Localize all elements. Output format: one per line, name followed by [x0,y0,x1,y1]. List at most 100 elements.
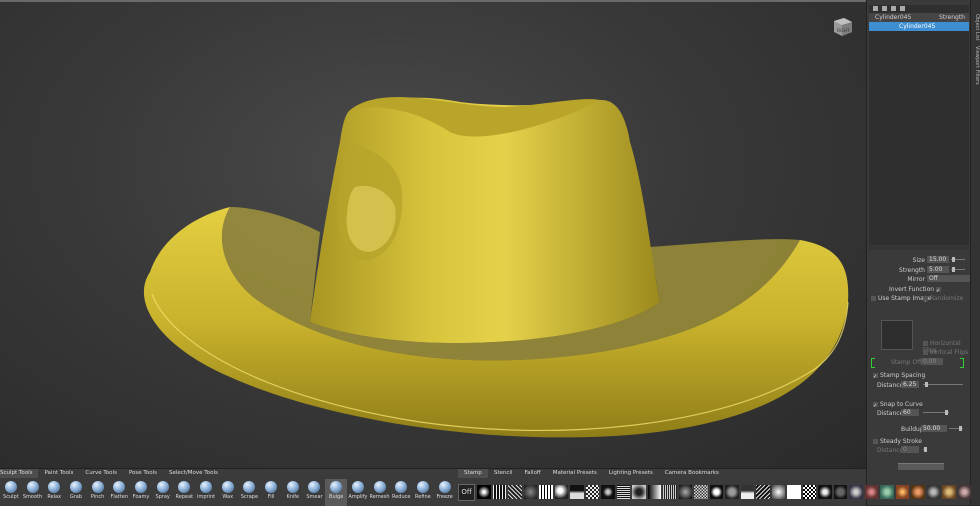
stamp-thumbnail[interactable] [725,485,739,499]
stamp-thumbnail[interactable] [539,485,553,499]
stamp-off-button[interactable]: Off [458,483,475,501]
tab-paint-tools[interactable]: Paint Tools [38,469,79,478]
tab-falloff[interactable]: Falloff [518,469,546,478]
tab-stencil[interactable]: Stencil [488,469,519,478]
tool-fill[interactable]: Fill [260,479,282,506]
tool-smooth[interactable]: Smooth [22,479,44,506]
stamp-thumbnail[interactable] [740,485,754,499]
tab-material-presets[interactable]: Material Presets [547,469,603,478]
scene-selected-item[interactable]: Cylinder045 [869,22,969,31]
invert-checkbox[interactable] [935,286,941,292]
tool-repeat[interactable]: Repeat [174,479,196,506]
invert-checkbox-label[interactable]: Invert Function [889,286,943,293]
stamp-thumbnail[interactable] [554,485,568,499]
layers-icon[interactable] [900,6,905,11]
tab-select-move-tools[interactable]: Select/Move Tools [163,469,224,478]
tool-foamy[interactable]: Foamy [130,479,152,506]
side-tab-object-list[interactable]: Object List [972,14,980,41]
display-icon[interactable] [891,6,896,11]
buildup-field[interactable]: 50.00 [921,425,947,432]
tool-freeze[interactable]: Freeze [434,479,456,506]
folder-icon[interactable] [882,6,887,11]
stamp-thumbnail[interactable] [694,485,708,499]
scene-header-row[interactable]: Cylinder045 Strength [869,13,969,22]
navigation-cube[interactable]: RGHT [830,16,854,38]
tool-grab[interactable]: Grab [65,479,87,506]
stamp-thumbnail[interactable] [926,485,940,499]
stamp-thumbnail[interactable] [523,485,537,499]
stamp-thumbnail[interactable] [771,485,785,499]
tool-wax[interactable]: Wax [217,479,239,506]
tool-pinch[interactable]: Pinch [87,479,109,506]
panel-divider[interactable] [869,246,969,250]
tool-imprint[interactable]: Imprint [195,479,217,506]
stamp-spacing-checkbox[interactable] [873,373,878,378]
distance3-field[interactable]: 0 [901,446,919,453]
stamp-thumbnail[interactable] [911,485,925,499]
randomize-checkbox[interactable] [923,296,928,301]
snap-checkbox[interactable] [873,402,878,407]
stamp-thumbnail[interactable] [570,485,584,499]
tool-amplify[interactable]: Amplify [347,479,369,506]
stamp-thumbnail[interactable] [880,485,894,499]
tab-stamp[interactable]: Stamp [458,469,488,478]
size-field[interactable]: 15.00 [927,256,949,263]
buildup-slider[interactable] [949,426,963,431]
reset-button[interactable] [898,463,944,470]
stamp-thumbnail[interactable] [864,485,878,499]
stamp-thumbnail[interactable] [663,485,677,499]
tab-camera-bookmarks[interactable]: Camera Bookmarks [659,469,725,478]
strength-field[interactable]: 5.00 [927,265,949,273]
stamp-thumbnail[interactable] [601,485,615,499]
vflip-checkbox[interactable] [923,350,928,355]
stamp-preview[interactable] [881,320,913,350]
stamp-thumbnail[interactable] [508,485,522,499]
stamp-thumbnail[interactable] [647,485,661,499]
tool-spray[interactable]: Spray [152,479,174,506]
tool-sculpt[interactable]: Sculpt [0,479,22,506]
stamp-thumbnail[interactable] [477,485,491,499]
distance3-slider[interactable] [923,447,927,452]
steady-checkbox[interactable] [873,439,878,444]
distance2-field[interactable]: 60 [901,409,919,416]
stamp-thumbnail[interactable] [802,485,816,499]
side-tab-viewport-filters[interactable]: Viewport Filters [972,46,980,85]
tool-reduce[interactable]: Reduce [390,479,412,506]
tool-flatten[interactable]: Flatten [108,479,130,506]
stamp-thumbnail[interactable] [849,485,863,499]
stamp-thumbnail[interactable] [957,485,971,499]
size-slider[interactable] [951,257,965,262]
tab-pose-tools[interactable]: Pose Tools [123,469,163,478]
strength-slider[interactable] [951,266,965,272]
stamp-thumbnail[interactable] [756,485,770,499]
stamp-thumbnail[interactable] [585,485,599,499]
use-stamp-checkbox[interactable] [871,296,876,301]
mirror-dropdown[interactable]: Off [927,275,973,282]
stamp-offset-field[interactable]: 0.00 [921,358,943,365]
viewport[interactable]: RGHT [0,2,866,468]
stamp-thumbnail[interactable] [632,485,646,499]
tab-curve-tools[interactable]: Curve Tools [79,469,123,478]
stamp-thumbnail[interactable] [616,485,630,499]
filter-icon[interactable] [873,6,878,11]
distance1-field[interactable]: 6.25 [901,381,919,388]
stamp-thumbnail[interactable] [942,485,956,499]
distance1-slider[interactable] [923,382,963,387]
stamp-thumbnail[interactable] [678,485,692,499]
distance2-slider[interactable] [923,410,949,415]
stamp-thumbnail[interactable] [492,485,506,499]
stamp-thumbnail[interactable] [818,485,832,499]
stamp-thumbnail[interactable] [895,485,909,499]
tab-lighting-presets[interactable]: Lighting Presets [603,469,659,478]
tool-bulge[interactable]: Bulge [325,479,347,506]
tool-scrape[interactable]: Scrape [239,479,261,506]
hflip-checkbox[interactable] [923,341,928,346]
stamp-thumbnail[interactable] [833,485,847,499]
stamp-thumbnail[interactable] [787,485,801,499]
tool-refine[interactable]: Refine [412,479,434,506]
stamp-thumbnail[interactable] [709,485,723,499]
tool-knife[interactable]: Knife [282,479,304,506]
tool-remesh[interactable]: Remesh [369,479,391,506]
tool-relax[interactable]: Relax [43,479,65,506]
tool-smear[interactable]: Smear [304,479,326,506]
